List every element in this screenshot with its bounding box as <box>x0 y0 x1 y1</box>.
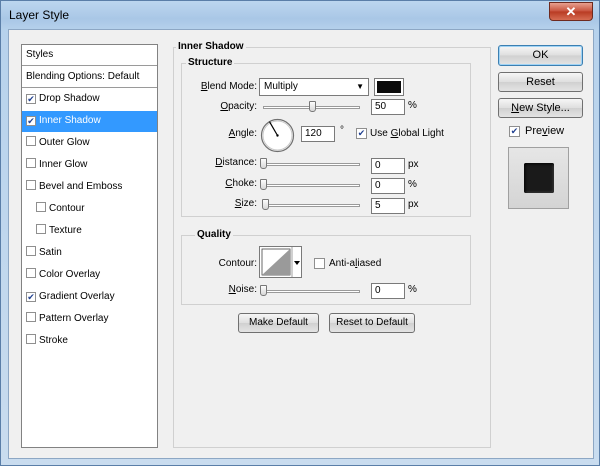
opacity-unit: % <box>408 100 417 111</box>
opacity-slider-thumb[interactable] <box>308 101 316 112</box>
style-item-drop-shadow[interactable]: ✔ Drop Shadow <box>22 89 157 110</box>
style-checkbox[interactable] <box>26 334 36 344</box>
opacity-label: Opacity: <box>220 101 257 112</box>
dialog-body: Styles Blending Options: Default ✔ Drop S… <box>8 29 594 459</box>
style-item-label: Texture <box>49 225 82 236</box>
angle-dial[interactable] <box>260 118 295 153</box>
style-checkbox[interactable] <box>26 268 36 278</box>
noise-label: Noise: <box>228 284 257 295</box>
style-item-label: Drop Shadow <box>39 93 100 104</box>
reset-to-default-button[interactable]: Reset to Default <box>329 313 415 333</box>
style-item-outer-glow[interactable]: Outer Glow <box>22 133 157 154</box>
preview-swatch <box>524 163 554 193</box>
style-checkbox[interactable] <box>26 136 36 146</box>
anti-aliased-checkbox[interactable] <box>314 258 325 269</box>
angle-field[interactable]: 120 <box>301 126 335 142</box>
window-title: Layer Style <box>9 8 70 22</box>
style-checkbox[interactable] <box>26 180 36 190</box>
style-checkbox[interactable] <box>36 202 46 212</box>
distance-label: Distance: <box>215 157 257 168</box>
distance-unit: px <box>408 159 419 170</box>
structure-title: Structure <box>186 57 235 68</box>
style-item-pattern-overlay[interactable]: Pattern Overlay <box>22 309 157 330</box>
blend-mode-label: Blend Mode: <box>200 81 257 92</box>
styles-header[interactable]: Styles <box>22 45 157 66</box>
style-item-label: Inner Shadow <box>39 115 101 126</box>
use-global-light-label: Use Global Light <box>370 128 444 139</box>
blending-options[interactable]: Blending Options: Default <box>22 67 157 88</box>
choke-unit: % <box>408 179 417 190</box>
angle-label: Angle: <box>228 128 257 139</box>
style-item-label: Bevel and Emboss <box>39 181 123 192</box>
size-slider-thumb[interactable] <box>261 199 269 210</box>
size-unit: px <box>408 199 419 210</box>
style-item-satin[interactable]: Satin <box>22 243 157 264</box>
shadow-color-swatch[interactable] <box>374 78 404 96</box>
choke-slider-thumb[interactable] <box>260 179 267 190</box>
style-item-label: Outer Glow <box>39 137 90 148</box>
choke-label: Choke: <box>225 178 257 189</box>
style-item-bevel-and-emboss[interactable]: Bevel and Emboss <box>22 177 157 198</box>
style-item-inner-glow[interactable]: Inner Glow <box>22 155 157 176</box>
preview-checkbox[interactable]: ✔ <box>509 126 520 137</box>
style-checkbox[interactable] <box>26 246 36 256</box>
style-item-texture[interactable]: Texture <box>22 221 157 242</box>
style-item-gradient-overlay[interactable]: ✔ Gradient Overlay <box>22 287 157 308</box>
distance-slider[interactable] <box>263 163 360 166</box>
close-button[interactable]: ✕ <box>549 2 593 21</box>
contour-label: Contour: <box>218 258 257 269</box>
anti-aliased-label: Anti-aliased <box>329 258 382 269</box>
make-default-button[interactable]: Make Default <box>238 313 319 333</box>
inner-shadow-title: Inner Shadow <box>176 41 246 52</box>
style-checkbox[interactable] <box>26 312 36 322</box>
style-checkbox[interactable] <box>26 158 36 168</box>
contour-picker[interactable] <box>259 246 302 278</box>
size-label: Size: <box>234 198 257 209</box>
size-slider[interactable] <box>263 204 360 207</box>
styles-list: Styles Blending Options: Default ✔ Drop S… <box>21 44 158 448</box>
blend-mode-select[interactable]: Multiply ▼ <box>259 78 369 96</box>
layer-style-dialog: Layer Style ✕ Styles Blending Options: D… <box>0 0 600 466</box>
distance-slider-thumb[interactable] <box>260 158 267 169</box>
style-item-contour[interactable]: Contour <box>22 199 157 220</box>
style-checkbox[interactable] <box>36 224 46 234</box>
style-preview <box>508 147 569 209</box>
style-item-label: Inner Glow <box>39 159 88 170</box>
style-item-label: Stroke <box>39 335 68 346</box>
noise-slider-thumb[interactable] <box>260 285 267 296</box>
chevron-down-icon: ▼ <box>356 82 364 91</box>
size-field[interactable]: 5 <box>371 198 405 214</box>
reset-button[interactable]: Reset <box>498 72 583 92</box>
style-item-inner-shadow[interactable]: ✔ Inner Shadow <box>22 111 157 132</box>
noise-unit: % <box>408 284 417 295</box>
angle-unit: ° <box>340 125 344 136</box>
quality-title: Quality <box>195 229 233 240</box>
style-item-label: Color Overlay <box>39 269 101 280</box>
ok-button[interactable]: OK <box>498 45 583 66</box>
noise-field[interactable]: 0 <box>371 283 405 299</box>
style-item-label: Contour <box>49 203 85 214</box>
noise-slider[interactable] <box>263 290 360 293</box>
choke-slider[interactable] <box>263 184 360 187</box>
style-item-label: Pattern Overlay <box>39 313 109 324</box>
style-item-label: Gradient Overlay <box>39 291 115 302</box>
style-item-label: Satin <box>39 247 62 258</box>
choke-field[interactable]: 0 <box>371 178 405 194</box>
style-checkbox[interactable]: ✔ <box>26 116 36 126</box>
style-checkbox[interactable]: ✔ <box>26 94 36 104</box>
style-checkbox[interactable]: ✔ <box>26 292 36 302</box>
use-global-light-checkbox[interactable]: ✔ <box>356 128 367 139</box>
style-item-stroke[interactable]: Stroke <box>22 331 157 352</box>
title-bar[interactable]: Layer Style ✕ <box>1 1 599 29</box>
style-item-color-overlay[interactable]: Color Overlay <box>22 265 157 286</box>
distance-field[interactable]: 0 <box>371 158 405 174</box>
opacity-field[interactable]: 50 <box>371 99 405 115</box>
new-style-button[interactable]: New Style... <box>498 98 583 118</box>
preview-label: Preview <box>525 125 565 137</box>
